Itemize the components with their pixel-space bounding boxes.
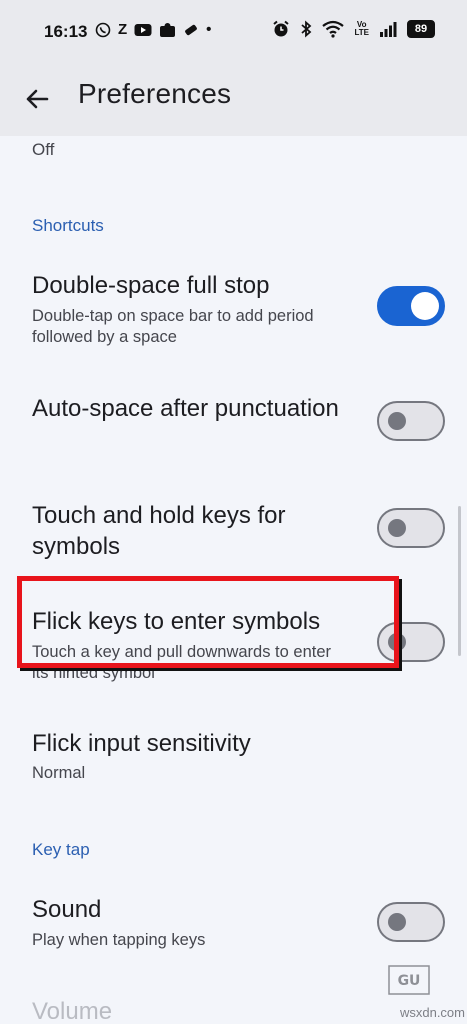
notification-icons: Z •	[95, 21, 211, 39]
whatsapp-icon	[95, 22, 111, 38]
app-icon	[160, 23, 176, 37]
toggle-knob	[411, 292, 439, 320]
sound-subtitle: Play when tapping keys	[32, 931, 206, 949]
section-header-key-tap: Key tap	[32, 840, 90, 859]
scrollbar[interactable]	[458, 506, 461, 656]
volte-lte: LTE	[354, 28, 369, 37]
wifi-icon	[322, 20, 345, 38]
volume-title[interactable]: Volume	[32, 996, 352, 1024]
app-bar: Preferences	[0, 62, 467, 136]
section-header-shortcuts: Shortcuts	[32, 216, 104, 235]
auto-space-toggle[interactable]	[377, 401, 445, 441]
arrow-back-icon	[26, 89, 49, 109]
toggle-knob	[388, 412, 406, 430]
pass-icon	[185, 24, 198, 36]
double-space-full-stop-subtitle: Double-tap on space bar to add period fo…	[32, 307, 314, 346]
back-button[interactable]	[20, 82, 54, 116]
previous-setting-value: Off	[32, 140, 55, 159]
toggle-knob	[388, 913, 406, 931]
battery-indicator: 89	[407, 20, 435, 38]
auto-space-title[interactable]: Auto-space after punctuation	[32, 393, 352, 424]
sound-title[interactable]: Sound	[32, 894, 352, 925]
svg-text:GU: GU	[398, 973, 421, 989]
z-icon: Z	[118, 21, 128, 38]
toggle-knob	[388, 519, 406, 537]
highlight-annotation-box	[17, 576, 399, 668]
double-space-full-stop-title[interactable]: Double-space full stop	[32, 270, 352, 301]
status-time: 16:13	[44, 22, 88, 41]
sound-toggle[interactable]	[377, 902, 445, 942]
dot-icon: •	[206, 21, 212, 38]
flick-input-sensitivity-title[interactable]: Flick input sensitivity	[32, 728, 352, 759]
double-space-full-stop-toggle[interactable]	[377, 286, 445, 326]
watermark-logo-icon: GU	[388, 965, 430, 995]
page-title: Preferences	[78, 78, 232, 109]
touch-hold-keys-toggle[interactable]	[377, 508, 445, 548]
screen: 16:13 Z • Vo LTE 89 Preferences Off Shor…	[0, 0, 467, 1024]
watermark-caption: wsxdn.com	[399, 1005, 465, 1020]
signal-icon	[380, 22, 397, 37]
touch-hold-keys-title[interactable]: Touch and hold keys for symbols	[32, 500, 352, 562]
bluetooth-icon	[301, 20, 312, 38]
system-icons: Vo LTE 89	[272, 20, 435, 38]
alarm-icon	[273, 20, 290, 37]
youtube-icon	[134, 24, 152, 36]
status-bar: 16:13 Z • Vo LTE 89	[0, 0, 467, 62]
volte-indicator: Vo LTE	[354, 21, 369, 37]
flick-input-sensitivity-value: Normal	[32, 764, 86, 782]
